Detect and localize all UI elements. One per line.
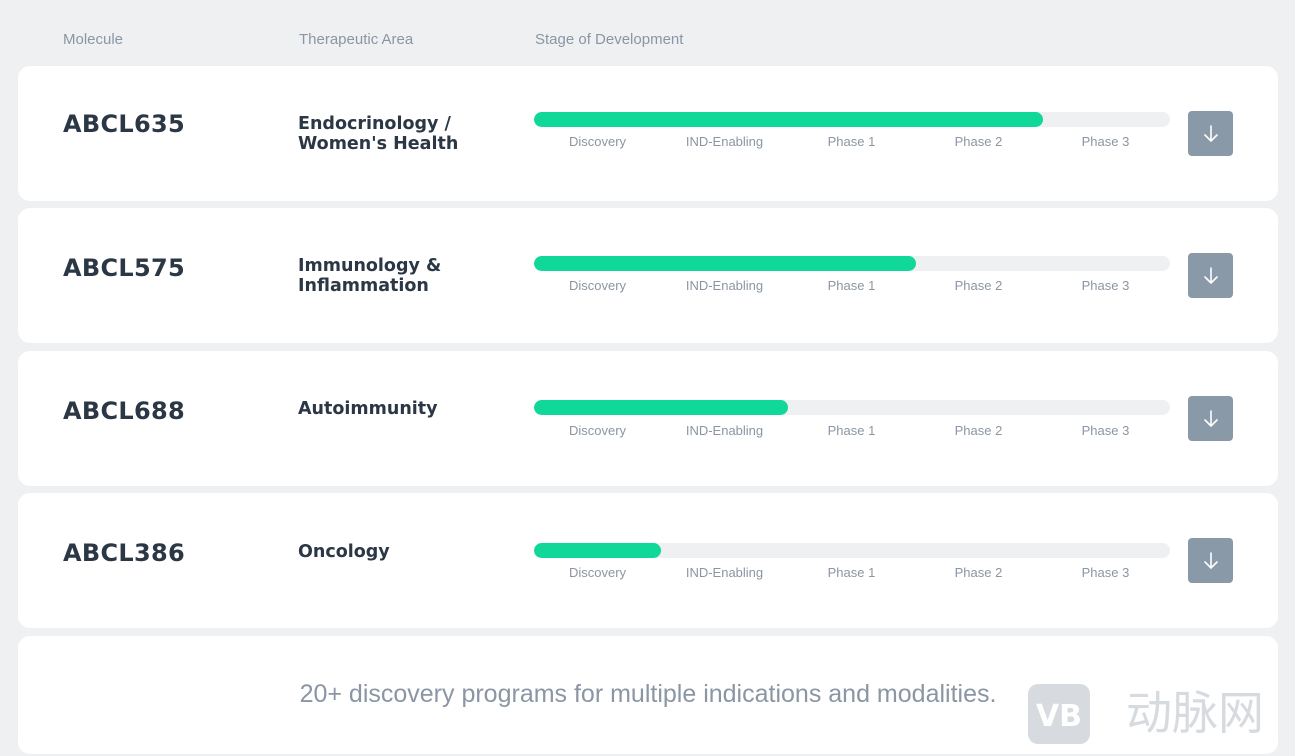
arrow-down-icon xyxy=(1203,409,1218,427)
arrow-down-icon xyxy=(1203,266,1218,284)
therapeutic-area-line1: Oncology xyxy=(298,542,390,562)
progress-fill xyxy=(534,256,916,271)
stage-phase-2: Phase 2 xyxy=(954,134,1003,149)
expand-button[interactable] xyxy=(1188,538,1233,583)
stage-labels: Discovery IND-Enabling Phase 1 Phase 2 P… xyxy=(534,565,1170,581)
stage-ind-enabling: IND-Enabling xyxy=(685,278,764,293)
therapeutic-area-line2: Inflammation xyxy=(298,276,429,296)
molecule-name: ABCL635 xyxy=(63,110,185,138)
molecule-name: ABCL688 xyxy=(63,397,185,425)
therapeutic-area-line1: Autoimmunity xyxy=(298,399,438,419)
progress-track xyxy=(534,543,1170,558)
progress-track xyxy=(534,256,1170,271)
stage-phase-2: Phase 2 xyxy=(954,278,1003,293)
therapeutic-area-line2: Women's Health xyxy=(298,134,459,154)
arrow-down-icon xyxy=(1203,124,1218,142)
progress-fill xyxy=(534,543,662,558)
stage-discovery: Discovery xyxy=(568,278,627,293)
stage-discovery: Discovery xyxy=(568,565,627,580)
stage-phase-1: Phase 1 xyxy=(827,278,876,293)
stage-discovery: Discovery xyxy=(568,423,627,438)
stage-phase-1: Phase 1 xyxy=(827,423,876,438)
progress-fill xyxy=(534,400,789,415)
stage-labels: Discovery IND-Enabling Phase 1 Phase 2 P… xyxy=(534,423,1170,439)
arrow-down-icon xyxy=(1203,551,1218,569)
watermark-logo: VB 动脉网 xyxy=(1028,684,1264,744)
progress-track xyxy=(534,400,1170,415)
stage-phase-2: Phase 2 xyxy=(954,565,1003,580)
stage-ind-enabling: IND-Enabling xyxy=(685,423,764,438)
pipeline-row: ABCL635 Endocrinology / Women's Health D… xyxy=(18,66,1278,201)
watermark: VB 动脉网 xyxy=(1027,682,1295,746)
therapeutic-area: Autoimmunity xyxy=(298,399,498,419)
stage-discovery: Discovery xyxy=(568,134,627,149)
stage-phase-1: Phase 1 xyxy=(827,134,876,149)
therapeutic-area-line1: Immunology & xyxy=(298,256,442,276)
stage-phase-1: Phase 1 xyxy=(827,565,876,580)
therapeutic-area: Endocrinology / Women's Health xyxy=(298,114,498,154)
therapeutic-area: Immunology & Inflammation xyxy=(298,256,498,296)
molecule-name: ABCL386 xyxy=(63,539,185,567)
progress-fill xyxy=(534,112,1043,127)
expand-button[interactable] xyxy=(1188,253,1233,298)
therapeutic-area-line1: Endocrinology / xyxy=(298,114,451,134)
stage-phase-3: Phase 3 xyxy=(1081,278,1130,293)
stage-phase-3: Phase 3 xyxy=(1081,565,1130,580)
stage-phase-3: Phase 3 xyxy=(1081,134,1130,149)
expand-button[interactable] xyxy=(1188,111,1233,156)
pipeline-row: ABCL575 Immunology & Inflammation Discov… xyxy=(18,208,1278,343)
header-therapeutic-area: Therapeutic Area xyxy=(299,31,414,48)
pipeline-row: ABCL386 Oncology Discovery IND-Enabling … xyxy=(18,493,1278,628)
header-stage-of-development: Stage of Development xyxy=(535,31,684,48)
stage-phase-2: Phase 2 xyxy=(954,423,1003,438)
stage-labels: Discovery IND-Enabling Phase 1 Phase 2 P… xyxy=(534,278,1170,294)
watermark-logo-text: VB xyxy=(1036,699,1082,734)
table-header: Molecule Therapeutic Area Stage of Devel… xyxy=(0,0,1295,66)
pipeline-row: ABCL688 Autoimmunity Discovery IND-Enabl… xyxy=(18,351,1278,486)
stage-ind-enabling: IND-Enabling xyxy=(685,134,764,149)
molecule-name: ABCL575 xyxy=(63,254,185,282)
watermark-text: 动脉网 xyxy=(1126,686,1264,740)
header-molecule: Molecule xyxy=(63,31,124,48)
therapeutic-area: Oncology xyxy=(298,542,498,562)
stage-ind-enabling: IND-Enabling xyxy=(685,565,764,580)
progress-track xyxy=(534,112,1170,127)
stage-phase-3: Phase 3 xyxy=(1081,423,1130,438)
stage-labels: Discovery IND-Enabling Phase 1 Phase 2 P… xyxy=(534,134,1170,150)
expand-button[interactable] xyxy=(1188,396,1233,441)
